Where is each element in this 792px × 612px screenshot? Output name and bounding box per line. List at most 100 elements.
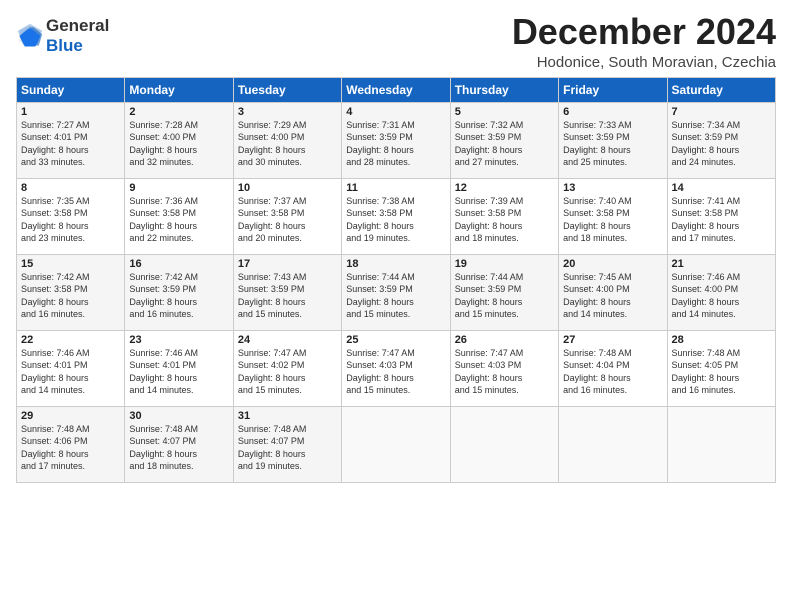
- day-number: 29: [21, 410, 120, 422]
- calendar-cell: 13Sunrise: 7:40 AMSunset: 3:58 PMDayligh…: [559, 178, 667, 254]
- day-info: Sunrise: 7:34 AMSunset: 3:59 PMDaylight:…: [672, 119, 771, 169]
- day-info: Sunrise: 7:46 AMSunset: 4:01 PMDaylight:…: [21, 347, 120, 397]
- day-info: Sunrise: 7:48 AMSunset: 4:07 PMDaylight:…: [238, 423, 337, 473]
- day-info: Sunrise: 7:46 AMSunset: 4:01 PMDaylight:…: [129, 347, 228, 397]
- header-monday: Monday: [125, 77, 233, 102]
- calendar-cell: 21Sunrise: 7:46 AMSunset: 4:00 PMDayligh…: [667, 254, 775, 330]
- day-info: Sunrise: 7:28 AMSunset: 4:00 PMDaylight:…: [129, 119, 228, 169]
- day-info: Sunrise: 7:48 AMSunset: 4:07 PMDaylight:…: [129, 423, 228, 473]
- calendar-cell: 7Sunrise: 7:34 AMSunset: 3:59 PMDaylight…: [667, 102, 775, 178]
- calendar-cell: 20Sunrise: 7:45 AMSunset: 4:00 PMDayligh…: [559, 254, 667, 330]
- calendar-cell: [559, 406, 667, 482]
- calendar-cell: 18Sunrise: 7:44 AMSunset: 3:59 PMDayligh…: [342, 254, 450, 330]
- calendar-row: 8Sunrise: 7:35 AMSunset: 3:58 PMDaylight…: [17, 178, 776, 254]
- weekday-header-row: Sunday Monday Tuesday Wednesday Thursday…: [17, 77, 776, 102]
- calendar-row: 1Sunrise: 7:27 AMSunset: 4:01 PMDaylight…: [17, 102, 776, 178]
- calendar-cell: 1Sunrise: 7:27 AMSunset: 4:01 PMDaylight…: [17, 102, 125, 178]
- day-info: Sunrise: 7:42 AMSunset: 3:58 PMDaylight:…: [21, 271, 120, 321]
- day-number: 20: [563, 258, 662, 270]
- day-number: 21: [672, 258, 771, 270]
- calendar-row: 29Sunrise: 7:48 AMSunset: 4:06 PMDayligh…: [17, 406, 776, 482]
- day-number: 25: [346, 334, 445, 346]
- day-number: 26: [455, 334, 554, 346]
- calendar-cell: 9Sunrise: 7:36 AMSunset: 3:58 PMDaylight…: [125, 178, 233, 254]
- day-number: 16: [129, 258, 228, 270]
- calendar-cell: 10Sunrise: 7:37 AMSunset: 3:58 PMDayligh…: [233, 178, 341, 254]
- calendar-cell: [667, 406, 775, 482]
- day-info: Sunrise: 7:37 AMSunset: 3:58 PMDaylight:…: [238, 195, 337, 245]
- day-info: Sunrise: 7:47 AMSunset: 4:02 PMDaylight:…: [238, 347, 337, 397]
- day-number: 11: [346, 182, 445, 194]
- calendar-cell: 4Sunrise: 7:31 AMSunset: 3:59 PMDaylight…: [342, 102, 450, 178]
- day-info: Sunrise: 7:35 AMSunset: 3:58 PMDaylight:…: [21, 195, 120, 245]
- day-info: Sunrise: 7:46 AMSunset: 4:00 PMDaylight:…: [672, 271, 771, 321]
- logo-general: General: [46, 16, 109, 36]
- header: General Blue December 2024 Hodonice, Sou…: [16, 12, 776, 71]
- calendar-cell: 24Sunrise: 7:47 AMSunset: 4:02 PMDayligh…: [233, 330, 341, 406]
- day-info: Sunrise: 7:40 AMSunset: 3:58 PMDaylight:…: [563, 195, 662, 245]
- day-info: Sunrise: 7:41 AMSunset: 3:58 PMDaylight:…: [672, 195, 771, 245]
- day-number: 18: [346, 258, 445, 270]
- logo-text: General Blue: [46, 16, 109, 56]
- day-number: 1: [21, 106, 120, 118]
- calendar-table: Sunday Monday Tuesday Wednesday Thursday…: [16, 77, 776, 483]
- day-info: Sunrise: 7:44 AMSunset: 3:59 PMDaylight:…: [346, 271, 445, 321]
- day-number: 10: [238, 182, 337, 194]
- calendar-cell: 22Sunrise: 7:46 AMSunset: 4:01 PMDayligh…: [17, 330, 125, 406]
- day-info: Sunrise: 7:47 AMSunset: 4:03 PMDaylight:…: [455, 347, 554, 397]
- calendar-cell: 27Sunrise: 7:48 AMSunset: 4:04 PMDayligh…: [559, 330, 667, 406]
- title-block: December 2024 Hodonice, South Moravian, …: [512, 12, 776, 71]
- day-info: Sunrise: 7:48 AMSunset: 4:05 PMDaylight:…: [672, 347, 771, 397]
- day-info: Sunrise: 7:31 AMSunset: 3:59 PMDaylight:…: [346, 119, 445, 169]
- logo-icon: [16, 22, 44, 50]
- day-number: 3: [238, 106, 337, 118]
- day-number: 15: [21, 258, 120, 270]
- calendar-cell: 5Sunrise: 7:32 AMSunset: 3:59 PMDaylight…: [450, 102, 558, 178]
- day-info: Sunrise: 7:42 AMSunset: 3:59 PMDaylight:…: [129, 271, 228, 321]
- day-number: 2: [129, 106, 228, 118]
- calendar-row: 15Sunrise: 7:42 AMSunset: 3:58 PMDayligh…: [17, 254, 776, 330]
- calendar-cell: 15Sunrise: 7:42 AMSunset: 3:58 PMDayligh…: [17, 254, 125, 330]
- day-number: 17: [238, 258, 337, 270]
- calendar-cell: 30Sunrise: 7:48 AMSunset: 4:07 PMDayligh…: [125, 406, 233, 482]
- day-info: Sunrise: 7:32 AMSunset: 3:59 PMDaylight:…: [455, 119, 554, 169]
- day-number: 28: [672, 334, 771, 346]
- day-number: 14: [672, 182, 771, 194]
- day-number: 24: [238, 334, 337, 346]
- calendar-cell: 23Sunrise: 7:46 AMSunset: 4:01 PMDayligh…: [125, 330, 233, 406]
- day-info: Sunrise: 7:47 AMSunset: 4:03 PMDaylight:…: [346, 347, 445, 397]
- location: Hodonice, South Moravian, Czechia: [512, 54, 776, 71]
- calendar-cell: [450, 406, 558, 482]
- header-tuesday: Tuesday: [233, 77, 341, 102]
- day-info: Sunrise: 7:43 AMSunset: 3:59 PMDaylight:…: [238, 271, 337, 321]
- calendar-cell: 26Sunrise: 7:47 AMSunset: 4:03 PMDayligh…: [450, 330, 558, 406]
- day-info: Sunrise: 7:48 AMSunset: 4:04 PMDaylight:…: [563, 347, 662, 397]
- day-number: 19: [455, 258, 554, 270]
- header-sunday: Sunday: [17, 77, 125, 102]
- day-number: 9: [129, 182, 228, 194]
- calendar-cell: 3Sunrise: 7:29 AMSunset: 4:00 PMDaylight…: [233, 102, 341, 178]
- day-number: 23: [129, 334, 228, 346]
- header-wednesday: Wednesday: [342, 77, 450, 102]
- calendar-cell: 16Sunrise: 7:42 AMSunset: 3:59 PMDayligh…: [125, 254, 233, 330]
- calendar-cell: 17Sunrise: 7:43 AMSunset: 3:59 PMDayligh…: [233, 254, 341, 330]
- calendar-cell: 12Sunrise: 7:39 AMSunset: 3:58 PMDayligh…: [450, 178, 558, 254]
- day-info: Sunrise: 7:29 AMSunset: 4:00 PMDaylight:…: [238, 119, 337, 169]
- day-info: Sunrise: 7:27 AMSunset: 4:01 PMDaylight:…: [21, 119, 120, 169]
- header-saturday: Saturday: [667, 77, 775, 102]
- header-friday: Friday: [559, 77, 667, 102]
- day-number: 7: [672, 106, 771, 118]
- calendar-cell: 29Sunrise: 7:48 AMSunset: 4:06 PMDayligh…: [17, 406, 125, 482]
- calendar-cell: 14Sunrise: 7:41 AMSunset: 3:58 PMDayligh…: [667, 178, 775, 254]
- calendar-cell: 2Sunrise: 7:28 AMSunset: 4:00 PMDaylight…: [125, 102, 233, 178]
- logo-blue: Blue: [46, 36, 83, 55]
- calendar-cell: 11Sunrise: 7:38 AMSunset: 3:58 PMDayligh…: [342, 178, 450, 254]
- day-number: 6: [563, 106, 662, 118]
- day-number: 13: [563, 182, 662, 194]
- logo: General Blue: [16, 16, 109, 56]
- calendar-container: General Blue December 2024 Hodonice, Sou…: [0, 0, 792, 491]
- day-number: 4: [346, 106, 445, 118]
- calendar-cell: [342, 406, 450, 482]
- day-info: Sunrise: 7:44 AMSunset: 3:59 PMDaylight:…: [455, 271, 554, 321]
- day-number: 22: [21, 334, 120, 346]
